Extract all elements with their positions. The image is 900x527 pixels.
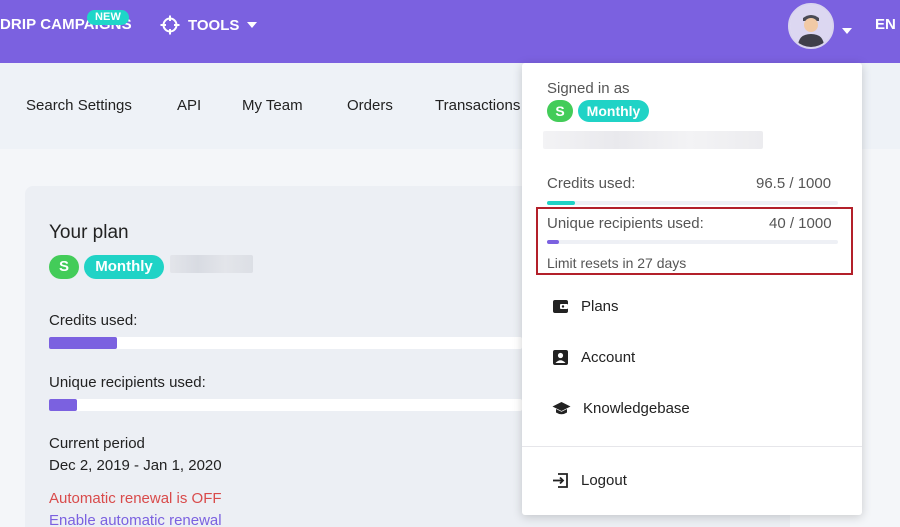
logout-icon	[552, 472, 569, 489]
tab-search-settings[interactable]: Search Settings	[26, 97, 132, 114]
new-badge: NEW	[87, 10, 129, 25]
graduation-cap-icon	[552, 400, 571, 417]
signed-in-as-label: Signed in as	[547, 80, 630, 97]
tab-my-team[interactable]: My Team	[242, 97, 303, 114]
recipients-progress-fill	[49, 399, 77, 411]
wallet-icon	[552, 298, 569, 315]
recipients-used-label: Unique recipients used:	[49, 374, 206, 391]
menu-item-account-label: Account	[581, 349, 636, 366]
recipients-progress-track	[49, 399, 522, 411]
credits-progress-track	[49, 337, 522, 349]
tab-orders[interactable]: Orders	[347, 97, 393, 114]
nav-tools-label: TOOLS	[188, 16, 240, 34]
menu-divider	[522, 446, 862, 447]
user-avatar[interactable]	[788, 3, 834, 49]
menu-item-logout[interactable]: Logout	[552, 472, 627, 489]
menu-item-account[interactable]: Account	[552, 349, 635, 366]
menu-item-knowledgebase-label: Knowledgebase	[583, 400, 690, 417]
credits-used-label: Credits used:	[49, 312, 138, 329]
dropdown-billing-badge: Monthly	[578, 100, 649, 122]
plan-title: Your plan	[49, 222, 129, 243]
plan-billing-badge: Monthly	[84, 255, 164, 279]
nav-drip-campaigns[interactable]: DRIP CAMPAIGNS NEW	[0, 10, 132, 33]
dropdown-credits-fill	[547, 201, 575, 205]
menu-item-plans[interactable]: Plans	[552, 298, 619, 315]
dropdown-credits-label: Credits used:	[547, 175, 636, 192]
renewal-status: Automatic renewal is OFF	[49, 490, 222, 507]
menu-item-plans-label: Plans	[581, 298, 619, 315]
dropdown-tier-badge: S	[547, 100, 573, 122]
plan-tier-badge: S	[49, 255, 79, 279]
account-box-icon	[552, 349, 569, 366]
user-icon	[790, 5, 832, 47]
avatar-chevron-down-icon[interactable]	[842, 21, 852, 39]
redacted-email	[543, 131, 763, 149]
top-navbar: DRIP CAMPAIGNS NEW TOOLS EN	[0, 0, 900, 63]
current-period-label: Current period	[49, 435, 145, 452]
tab-transactions[interactable]: Transactions	[435, 97, 520, 114]
recipients-highlight-box	[536, 207, 853, 275]
crosshair-icon	[160, 15, 180, 35]
credits-progress-fill	[49, 337, 117, 349]
nav-tools-menu[interactable]: TOOLS	[160, 15, 258, 35]
menu-item-knowledgebase[interactable]: Knowledgebase	[552, 400, 690, 417]
tab-api[interactable]: API	[177, 97, 201, 114]
chevron-down-icon	[247, 22, 258, 28]
dropdown-credits-track	[547, 201, 838, 205]
current-period-value: Dec 2, 2019 - Jan 1, 2020	[49, 457, 222, 474]
redacted-plan-info	[170, 255, 253, 273]
enable-renewal-link[interactable]: Enable automatic renewal	[49, 512, 222, 527]
language-selector[interactable]: EN	[875, 16, 896, 33]
dropdown-credits-value: 96.5 / 1000	[756, 175, 832, 192]
menu-item-logout-label: Logout	[581, 472, 627, 489]
